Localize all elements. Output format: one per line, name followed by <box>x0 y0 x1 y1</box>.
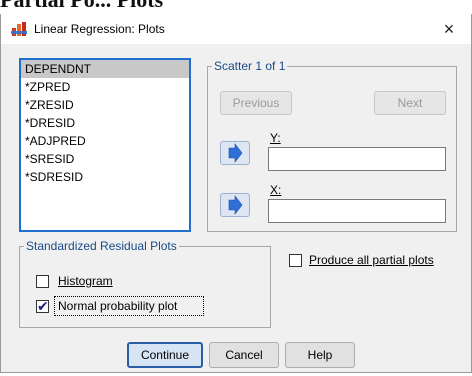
y-label: Y: <box>270 131 281 145</box>
right-arrow-icon <box>228 195 243 215</box>
x-label: X: <box>270 183 282 197</box>
previous-button[interactable]: Previous <box>220 91 292 115</box>
cancel-button-label: Cancel <box>225 348 263 362</box>
checkmark-icon: ✔ <box>37 298 49 314</box>
list-item[interactable]: DEPENDNT <box>21 60 189 78</box>
cancel-button[interactable]: Cancel <box>209 342 279 368</box>
normal-probability-label[interactable]: Normal probability plot <box>58 299 177 313</box>
partial-plots-checkbox[interactable] <box>289 254 302 267</box>
x-field[interactable] <box>268 199 446 223</box>
dialog-window: Linear Regression: Plots × DEPENDNT *ZPR… <box>0 14 472 373</box>
title-bar: Linear Regression: Plots × <box>1 14 471 44</box>
list-item[interactable]: *SDRESID <box>21 168 189 186</box>
background-document-fragment: Partial Po... Plots <box>0 0 472 14</box>
close-icon[interactable]: × <box>435 17 463 41</box>
list-item[interactable]: *DRESID <box>21 114 189 132</box>
spss-app-icon <box>11 22 27 36</box>
list-item[interactable]: *ZRESID <box>21 96 189 114</box>
help-button[interactable]: Help <box>285 342 355 368</box>
scatter-group-legend: Scatter 1 of 1 <box>212 59 288 73</box>
next-button[interactable]: Next <box>374 91 446 115</box>
list-item[interactable]: *ADJPRED <box>21 132 189 150</box>
right-arrow-icon <box>228 143 243 163</box>
list-item[interactable]: *ZPRED <box>21 78 189 96</box>
next-button-label: Next <box>397 96 423 110</box>
residual-plots-legend: Standardized Residual Plots <box>24 239 179 253</box>
histogram-checkbox[interactable] <box>36 275 49 288</box>
partial-plots-label[interactable]: Produce all partial plots <box>309 253 434 267</box>
continue-button-label: Continue <box>140 348 190 362</box>
scatter-group: Scatter 1 of 1 Previous Next Y: X: <box>207 59 457 232</box>
variable-list[interactable]: DEPENDNT *ZPRED *ZRESID *DRESID *ADJPRED… <box>19 58 191 232</box>
previous-button-label: Previous <box>232 96 280 110</box>
y-field[interactable] <box>268 147 446 171</box>
move-to-x-button[interactable] <box>220 193 250 217</box>
list-item[interactable]: *SRESID <box>21 150 189 168</box>
window-title: Linear Regression: Plots <box>34 22 165 36</box>
move-to-y-button[interactable] <box>220 141 250 165</box>
help-button-label: Help <box>307 348 333 362</box>
background-heading-text: Partial Po... Plots <box>0 0 163 13</box>
normal-probability-checkbox[interactable]: ✔ <box>36 298 49 314</box>
residual-plots-group: Standardized Residual Plots Histogram ✔ … <box>19 239 271 328</box>
histogram-label[interactable]: Histogram <box>58 274 113 288</box>
continue-button[interactable]: Continue <box>127 342 203 368</box>
